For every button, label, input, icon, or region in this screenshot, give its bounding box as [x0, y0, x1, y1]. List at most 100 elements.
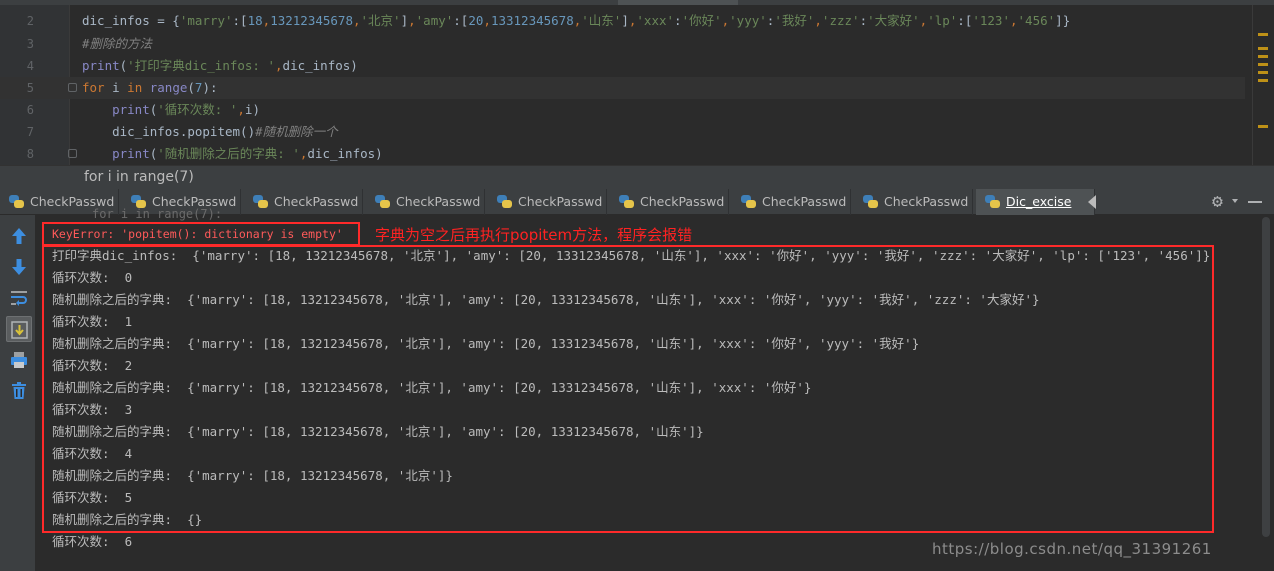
editor-tab-strip: [0, 0, 1274, 5]
code-token: for: [82, 80, 113, 95]
code-token: i: [112, 80, 128, 95]
code-token: dic_infos.popitem(): [82, 124, 256, 139]
error-message: KeyError: 'popitem(): dictionary is empt…: [52, 227, 343, 241]
run-tab-checkpasswd[interactable]: CheckPasswd: [488, 189, 607, 215]
code-token: ]: [400, 13, 409, 28]
line-number: 7: [26, 125, 34, 139]
code-token: ,: [814, 13, 822, 28]
gear-icon[interactable]: ⚙: [1212, 191, 1223, 212]
code-text: print('循环次数: ',i): [82, 99, 260, 121]
scroll-marker: [1258, 47, 1268, 50]
code-token: 'zzz': [821, 13, 860, 28]
run-tab-checkpasswd[interactable]: CheckPasswd: [366, 189, 485, 215]
code-text: for i in range(7):: [82, 77, 218, 99]
code-token: '123': [972, 13, 1010, 28]
code-line[interactable]: 7 dic_infos.popitem()#随机删除一个: [0, 121, 1245, 143]
editor-tab-active[interactable]: [618, 0, 738, 5]
run-tab-checkpasswd[interactable]: CheckPasswd: [854, 189, 973, 215]
code-token: 'marry': [179, 13, 233, 28]
run-tab-label: CheckPasswd: [884, 194, 969, 209]
code-token: 20: [468, 13, 484, 28]
scroll-marker: [1258, 55, 1268, 58]
code-token: '大家好': [867, 13, 920, 28]
scroll-marker: [1258, 79, 1268, 82]
scroll-marker: [1258, 71, 1268, 74]
code-token: dic_infos): [307, 146, 383, 161]
python-file-icon: [985, 195, 1001, 209]
code-line[interactable]: 3 #删除的方法: [0, 33, 1245, 55]
code-editor[interactable]: 2 dic_infos = {'marry':[18,13212345678,'北…: [0, 0, 1274, 165]
code-token: :[: [232, 13, 248, 28]
code-token: :[: [453, 13, 469, 28]
console-scrollbar[interactable]: [1262, 217, 1270, 537]
hide-panel-icon[interactable]: [1248, 201, 1262, 203]
code-token: print: [82, 58, 120, 73]
python-file-icon: [375, 195, 391, 209]
code-token: ,: [408, 13, 416, 28]
code-token: '我好': [774, 13, 815, 28]
code-token: 'yyy': [729, 13, 767, 28]
run-tab-checkpasswd[interactable]: CheckPasswd: [610, 189, 729, 215]
run-tab-dic_excise[interactable]: Dic_excise: [976, 189, 1095, 215]
code-token: dic_infos = {: [82, 13, 180, 28]
python-file-icon: [497, 195, 513, 209]
console-line: 循环次数: 6: [52, 534, 133, 549]
code-token: (: [187, 80, 195, 95]
code-text: print('随机删除之后的字典: ',dic_infos): [82, 143, 383, 165]
code-token: 'amy': [415, 13, 454, 28]
scroll-marker: [1258, 125, 1268, 128]
code-token: '随机删除之后的字典: ': [157, 146, 300, 161]
scroll-to-end-icon[interactable]: [6, 316, 32, 342]
line-number: 2: [26, 14, 34, 28]
code-line[interactable]: 8 print('随机删除之后的字典: ',dic_infos): [0, 143, 1245, 165]
scrolled-ghost-text: for i in range(7):: [92, 207, 223, 221]
code-token: #删除的方法: [82, 36, 153, 51]
code-text: dic_infos = {'marry':[18,13212345678,'北京…: [82, 10, 1070, 32]
code-line[interactable]: 5 for i in range(7):: [0, 77, 1245, 99]
breadcrumb-text[interactable]: for i in range(7): [84, 169, 194, 185]
code-token: :: [674, 13, 682, 28]
code-line[interactable]: 4 print('打印字典dic_infos: ',dic_infos): [0, 55, 1245, 77]
arrow-up-icon[interactable]: [6, 223, 32, 249]
code-text: dic_infos.popitem()#随机删除一个: [82, 121, 338, 143]
code-line[interactable]: 6 print('循环次数: ',i): [0, 99, 1245, 121]
run-tab-label: Dic_excise: [1006, 194, 1072, 209]
code-token: '循环次数: ': [157, 102, 238, 117]
code-token: in: [127, 80, 150, 95]
code-token: ,: [237, 102, 245, 117]
trash-icon[interactable]: [6, 378, 32, 404]
gear-dropdown-icon[interactable]: [1232, 199, 1238, 203]
code-line[interactable]: 2 dic_infos = {'marry':[18,13212345678,'北…: [0, 10, 1245, 32]
code-token: 18: [247, 13, 263, 28]
code-token: 'lp': [927, 13, 958, 28]
line-number: 3: [26, 37, 34, 51]
watermark: https://blog.csdn.net/qq_31391261: [932, 540, 1212, 558]
code-token: 13312345678: [490, 13, 574, 28]
code-token: ]}: [1055, 13, 1071, 28]
fold-toggle-icon[interactable]: [68, 149, 77, 158]
code-token: #随机删除一个: [255, 124, 338, 139]
code-token: i): [244, 102, 260, 117]
soft-wrap-icon[interactable]: [6, 285, 32, 311]
code-token: ,: [352, 13, 361, 28]
code-token: ,: [1010, 13, 1018, 28]
tab-scroll-left-icon[interactable]: [1088, 195, 1096, 209]
print-icon[interactable]: [6, 347, 32, 373]
run-tab-checkpasswd[interactable]: CheckPasswd: [244, 189, 363, 215]
python-file-icon: [741, 195, 757, 209]
breadcrumb: for i in range(7): [0, 165, 1274, 189]
run-tab-checkpasswd[interactable]: CheckPasswd: [732, 189, 851, 215]
code-token: '打印字典dic_infos: ': [127, 58, 276, 73]
code-token: print: [112, 146, 150, 161]
code-token: ,: [275, 58, 283, 73]
code-token: 'xxx': [636, 13, 675, 28]
output-highlight-box: [42, 245, 1214, 533]
python-file-icon: [863, 195, 879, 209]
python-file-icon: [619, 195, 635, 209]
fold-toggle-icon[interactable]: [68, 83, 77, 92]
run-tab-label: CheckPasswd: [640, 194, 725, 209]
arrow-down-icon[interactable]: [6, 254, 32, 280]
run-tab-label: CheckPasswd: [396, 194, 481, 209]
editor-scrollbar[interactable]: [1252, 5, 1274, 165]
